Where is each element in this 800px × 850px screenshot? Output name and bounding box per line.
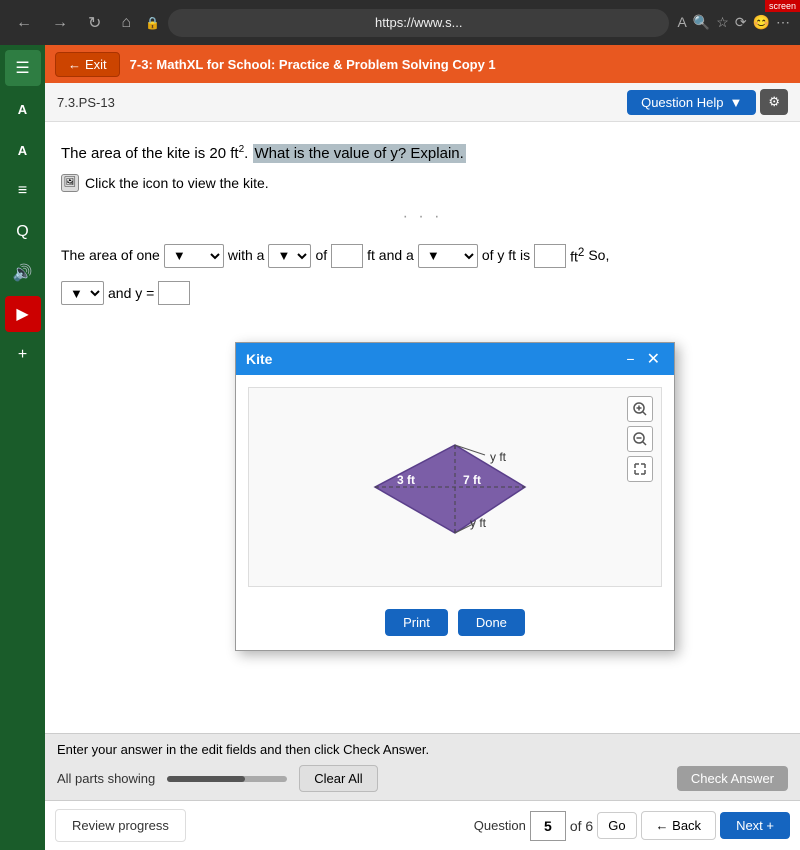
kite-popup-title: Kite xyxy=(246,351,272,367)
done-button[interactable]: Done xyxy=(458,609,525,636)
question-text-part2: . xyxy=(244,145,252,162)
kite-popup: Kite − ✕ xyxy=(235,342,675,651)
sidebar-icon-a2[interactable]: A xyxy=(5,132,41,168)
question-nav: Question of 6 Go ← Back Next + xyxy=(474,811,790,841)
bottom-bar-controls: All parts showing Clear All Check Answer xyxy=(57,765,788,792)
home-button[interactable]: ⌂ xyxy=(115,10,137,36)
dropdown-4[interactable]: ▼ xyxy=(61,281,104,305)
question-body: The area of the kite is 20 ft2. What is … xyxy=(45,122,800,733)
back-button[interactable]: ← xyxy=(10,10,38,36)
sidebar-menu-icon[interactable]: ☰ xyxy=(5,50,41,86)
sidebar-icon-add[interactable]: + xyxy=(5,337,41,373)
exit-icon: ← xyxy=(68,57,81,72)
zoom-out-button[interactable] xyxy=(627,426,653,452)
nav-title: 7-3: MathXL for School: Practice & Probl… xyxy=(130,57,496,72)
main-content: ← Exit 7-3: MathXL for School: Practice … xyxy=(45,45,800,850)
star-icon: ☆ xyxy=(716,14,729,31)
progress-bar xyxy=(167,776,287,782)
check-answer-button[interactable]: Check Answer xyxy=(677,766,788,791)
settings-button[interactable]: ⚙ xyxy=(760,89,788,115)
bottom-bar: Enter your answer in the edit fields and… xyxy=(45,733,800,800)
eq-ft-and-a: ft and a xyxy=(367,240,414,271)
sidebar-icon-search[interactable]: Q xyxy=(5,214,41,250)
question-header: 7.3.PS-13 Question Help ▼ ⚙ xyxy=(45,83,800,122)
profile-icon: 😊 xyxy=(753,14,770,31)
kite-diagram-area: y ft 3 ft 7 ft y ft xyxy=(248,387,662,587)
zoom-controls xyxy=(627,396,653,482)
kite-popup-header: Kite − ✕ xyxy=(236,343,674,375)
instruction-text: Enter your answer in the edit fields and… xyxy=(57,742,429,757)
bottom-bar-instruction: Enter your answer in the edit fields and… xyxy=(57,742,788,757)
eq-of: of xyxy=(315,240,327,271)
equation-line-2: ▼ and y = xyxy=(61,278,784,309)
expand-button[interactable] xyxy=(627,456,653,482)
eq-of-y-ft-is: of y ft is xyxy=(482,240,530,271)
dropdown-3[interactable]: ▼ xyxy=(418,244,478,268)
question-number-input[interactable] xyxy=(530,811,566,841)
menu-icon[interactable]: ⋯ xyxy=(776,14,790,31)
sidebar-icon-a1[interactable]: A xyxy=(5,91,41,127)
search-icon: 🔍 xyxy=(693,14,710,31)
question-text-part1: The area of the kite is 20 ft xyxy=(61,145,239,162)
input-field-2[interactable] xyxy=(534,244,566,268)
back-button-nav[interactable]: ← Back xyxy=(641,811,717,840)
app-container: ☰ A A ≡ Q 🔊 ▶ + ← Exit 7-3: MathXL for S… xyxy=(0,45,800,850)
svg-text:y ft: y ft xyxy=(470,516,487,530)
question-label: Question xyxy=(474,818,526,833)
browser-icons: A 🔍 ☆ ⟳ 😊 ⋯ xyxy=(677,14,790,31)
eq-prefix: The area of one xyxy=(61,240,160,271)
zoom-in-button[interactable] xyxy=(627,396,653,422)
question-highlighted: What is the value of y? Explain. xyxy=(253,144,466,163)
question-help-label: Question Help xyxy=(641,95,723,110)
eq-with-a: with a xyxy=(228,240,265,271)
kite-svg: y ft 3 ft 7 ft y ft xyxy=(315,405,595,570)
divider-dots: · · · xyxy=(61,208,784,226)
browser-bar: ← → ↻ ⌂ 🔒 A 🔍 ☆ ⟳ 😊 ⋯ screen xyxy=(0,0,800,45)
footer-nav: Review progress Question of 6 Go ← Back … xyxy=(45,800,800,850)
popup-close-button[interactable]: ✕ xyxy=(643,349,664,369)
go-button[interactable]: Go xyxy=(597,812,636,839)
kite-popup-footer: Print Done xyxy=(236,599,674,650)
dropdown-2[interactable]: ▼ xyxy=(268,244,311,268)
all-parts-label: All parts showing xyxy=(57,771,155,786)
input-field-3[interactable] xyxy=(158,281,190,305)
question-help-button[interactable]: Question Help ▼ xyxy=(627,90,756,115)
equation-line-1: The area of one ▼ with a ▼ of ft and a ▼… xyxy=(61,240,784,272)
eq-ft-sup: ft2 xyxy=(570,240,584,272)
view-kite-icon[interactable]: 🖼 xyxy=(61,174,79,192)
font-icon: A xyxy=(677,14,686,31)
svg-text:3 ft: 3 ft xyxy=(397,473,415,487)
print-button[interactable]: Print xyxy=(385,609,448,636)
sidebar: ☰ A A ≡ Q 🔊 ▶ + xyxy=(0,45,45,850)
reload-button[interactable]: ↻ xyxy=(82,9,107,37)
popup-minimize-button[interactable]: − xyxy=(622,351,638,367)
exit-label: Exit xyxy=(85,57,107,72)
clear-all-button[interactable]: Clear All xyxy=(299,765,377,792)
click-icon-label: Click the icon to view the kite. xyxy=(85,175,269,191)
next-button[interactable]: Next + xyxy=(720,812,790,839)
question-text: The area of the kite is 20 ft2. What is … xyxy=(61,142,784,166)
svg-text:y ft: y ft xyxy=(490,450,507,464)
input-field-1[interactable] xyxy=(331,244,363,268)
eq-and-y-equals: and y = xyxy=(108,278,154,309)
click-icon-line: 🖼 Click the icon to view the kite. xyxy=(61,174,784,192)
forward-button[interactable]: → xyxy=(46,10,74,36)
question-help-arrow: ▼ xyxy=(729,95,742,110)
url-bar[interactable] xyxy=(168,9,669,37)
top-nav: ← Exit 7-3: MathXL for School: Practice … xyxy=(45,45,800,83)
screen-label: screen xyxy=(765,0,800,12)
progress-fill xyxy=(167,776,245,782)
svg-text:7 ft: 7 ft xyxy=(463,473,481,487)
sidebar-icon-audio[interactable]: 🔊 xyxy=(5,255,41,291)
question-id: 7.3.PS-13 xyxy=(57,95,115,110)
exit-button[interactable]: ← Exit xyxy=(55,52,120,77)
sidebar-icon-video[interactable]: ▶ xyxy=(5,296,41,332)
eq-so: So, xyxy=(588,240,609,271)
dropdown-1[interactable]: ▼ xyxy=(164,244,224,268)
sidebar-icon-list[interactable]: ≡ xyxy=(5,173,41,209)
extension-icon: ⟳ xyxy=(735,14,747,31)
review-progress-button[interactable]: Review progress xyxy=(55,809,186,842)
of-label: of 6 xyxy=(570,818,593,834)
